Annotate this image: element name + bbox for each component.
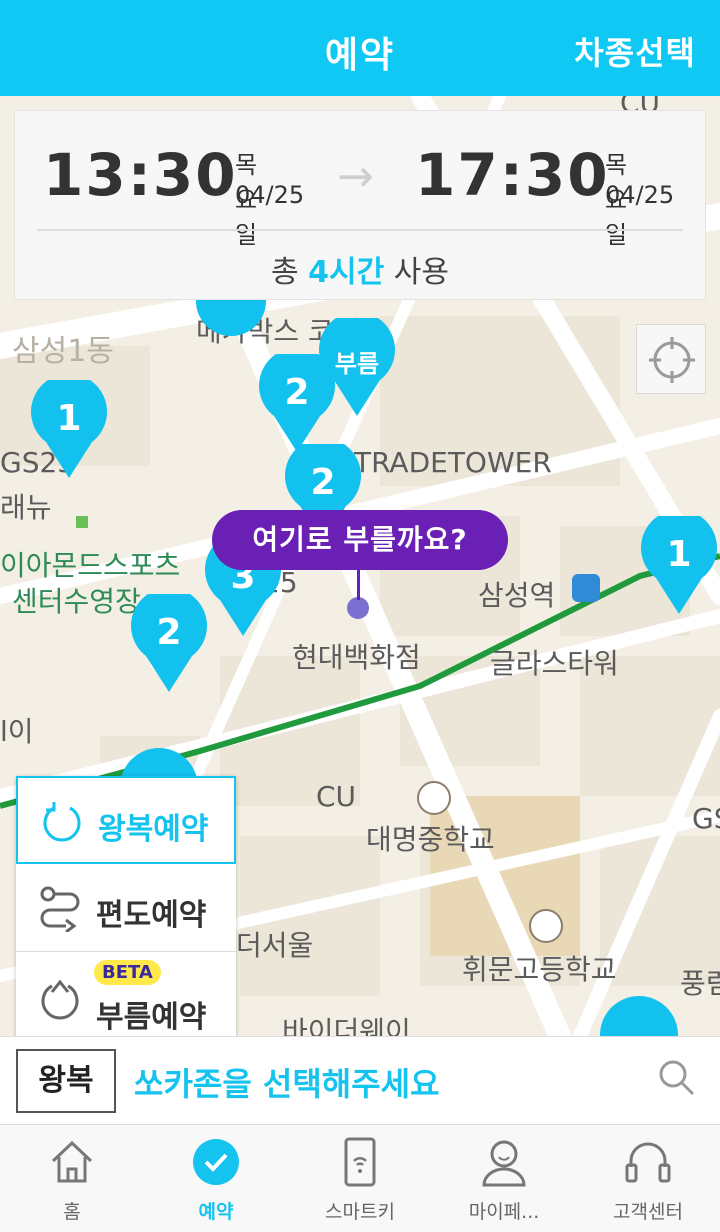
- map-label-diamond: 이아몬드스포츠: [0, 549, 181, 582]
- end-time-block[interactable]: 17:30 목요일 04/25: [415, 141, 674, 249]
- map-label-samsung1dong: 삼성1동: [12, 334, 114, 369]
- nav-home[interactable]: 홈: [0, 1125, 144, 1232]
- rental-time-card[interactable]: 13:30 목요일 04/25 → 17:30 목요일 04/25 총 4시간 …: [14, 110, 706, 300]
- map-label-diamond-2: 센터수영장: [12, 585, 141, 618]
- end-date: 04/25: [605, 181, 675, 209]
- nav-label: 스마트키: [325, 1201, 395, 1223]
- bottom-nav: 홈 예약 스마트키 마이페... 고객센터: [0, 1124, 720, 1232]
- total-hours: 4시간: [308, 255, 385, 290]
- zone-search-bar: 왕복 쏘카존을 선택해주세요: [0, 1036, 720, 1124]
- map-pin[interactable]: 1: [640, 516, 718, 616]
- nav-my-page[interactable]: 마이페...: [432, 1125, 576, 1232]
- round-trip-icon: [43, 802, 81, 842]
- map-label-daemyung: 대명중학교: [366, 823, 495, 856]
- map-pin[interactable]: 2: [130, 594, 208, 694]
- divider: [37, 229, 683, 231]
- home-icon: [51, 1140, 93, 1183]
- nav-label: 예약: [198, 1201, 234, 1223]
- nav-smart-key[interactable]: 스마트키: [288, 1125, 432, 1232]
- call-here-callout[interactable]: 여기로 부를까요?: [212, 510, 508, 570]
- map-label-renew: 래뉴: [0, 491, 52, 524]
- call-service-icon: [41, 979, 79, 1020]
- map-label-samsung-station: 삼성역: [478, 579, 556, 612]
- nav-reservation[interactable]: 예약: [144, 1125, 288, 1232]
- map-label-baidu: 바이더웨이: [282, 1015, 411, 1036]
- reservation-icon: [193, 1139, 239, 1185]
- arrow-right-icon: →: [337, 151, 374, 202]
- map-pin[interactable]: 1: [30, 380, 108, 480]
- map-label-deoseoul: 더서울: [236, 929, 314, 962]
- map-label-ei: l이: [0, 715, 34, 748]
- callout-stem: [357, 570, 360, 600]
- reservation-mode-menu: 왕복예약 편도예약 BETA 부름예약: [16, 776, 236, 1042]
- app-header: 예약 차종선택: [0, 0, 720, 96]
- nav-customer-center[interactable]: 고객센터: [576, 1125, 720, 1232]
- total-usage: 총 4시간 사용: [15, 247, 705, 291]
- map-pin-call[interactable]: 부름: [318, 318, 396, 418]
- total-prefix: 총: [271, 255, 299, 290]
- map-label-glasstower: 글라스타워: [490, 647, 619, 680]
- zone-select-prompt[interactable]: 쏘카존을 선택해주세요: [134, 1059, 440, 1105]
- search-icon[interactable]: [656, 1057, 696, 1097]
- map-label-cu: CU: [316, 780, 357, 813]
- nav-label: 마이페...: [468, 1201, 540, 1223]
- start-time-block[interactable]: 13:30 목요일 04/25: [43, 141, 304, 249]
- my-location-button[interactable]: [636, 324, 706, 394]
- start-date: 04/25: [235, 181, 305, 209]
- one-way-icon: [40, 886, 80, 932]
- my-page-icon: [482, 1140, 526, 1187]
- map-label-hwimun: 휘문고등학교: [462, 953, 617, 986]
- mode-label: 부름예약: [96, 1000, 207, 1035]
- map-label-pungrim: 풍림: [680, 967, 720, 1000]
- map-label-tradetower: TRADETOWER: [354, 446, 552, 479]
- start-time: 13:30: [43, 141, 238, 209]
- mode-call-service[interactable]: BETA 부름예약: [16, 952, 236, 1040]
- nav-label: 고객센터: [613, 1201, 683, 1223]
- end-time: 17:30: [415, 141, 610, 209]
- trip-type-button[interactable]: 왕복: [16, 1049, 116, 1113]
- customer-center-icon: [625, 1142, 671, 1183]
- crosshair-icon: [649, 337, 695, 383]
- map-label-hyundai: 현대백화점: [292, 641, 421, 674]
- beta-badge: BETA: [94, 960, 161, 985]
- smart-key-icon: [344, 1137, 376, 1187]
- car-select-button[interactable]: 차종선택: [574, 28, 696, 74]
- total-suffix: 사용: [393, 255, 449, 290]
- mode-one-way[interactable]: 편도예약: [16, 864, 236, 952]
- map-label-gs-right: GS: [692, 802, 720, 835]
- nav-label: 홈: [63, 1201, 81, 1223]
- mode-label: 왕복예약: [98, 812, 209, 847]
- mode-round-trip[interactable]: 왕복예약: [16, 776, 236, 864]
- mode-label: 편도예약: [96, 898, 207, 933]
